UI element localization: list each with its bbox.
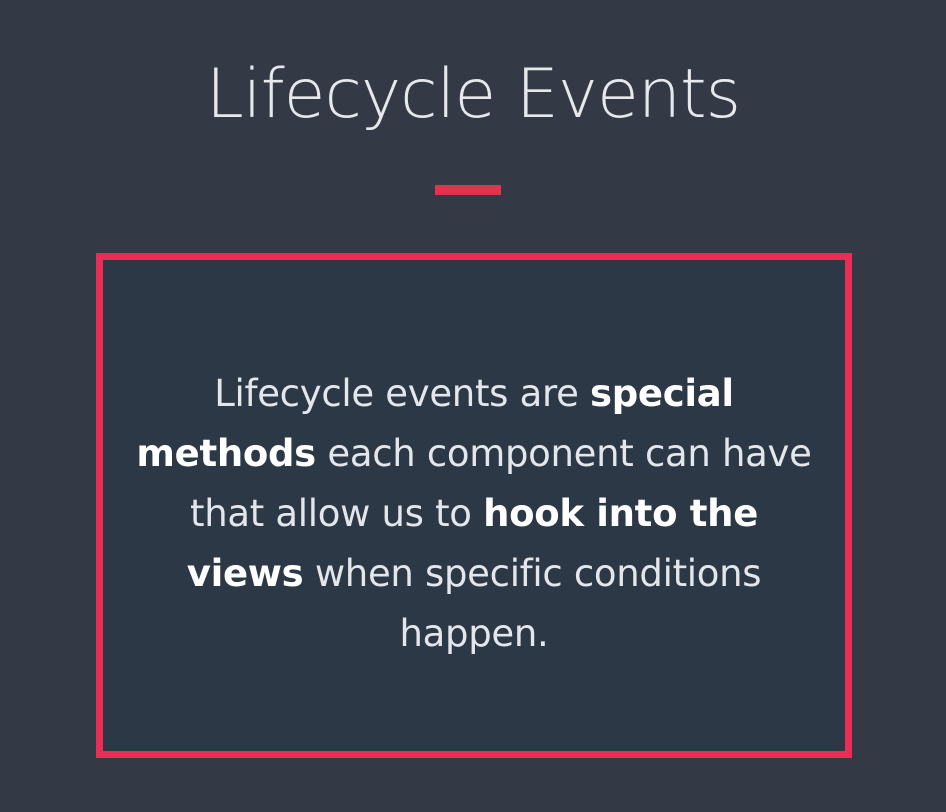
title-accent-bar (435, 185, 501, 195)
slide: Lifecycle Events Lifecycle events are sp… (0, 0, 946, 812)
definition-text-part-1: Lifecycle events are (214, 372, 590, 415)
slide-title: Lifecycle Events (205, 55, 741, 134)
definition-text-part-3: when specific conditions happen. (303, 552, 762, 655)
definition-callout-box: Lifecycle events are special methods eac… (96, 253, 852, 758)
definition-text: Lifecycle events are special methods eac… (131, 364, 817, 664)
